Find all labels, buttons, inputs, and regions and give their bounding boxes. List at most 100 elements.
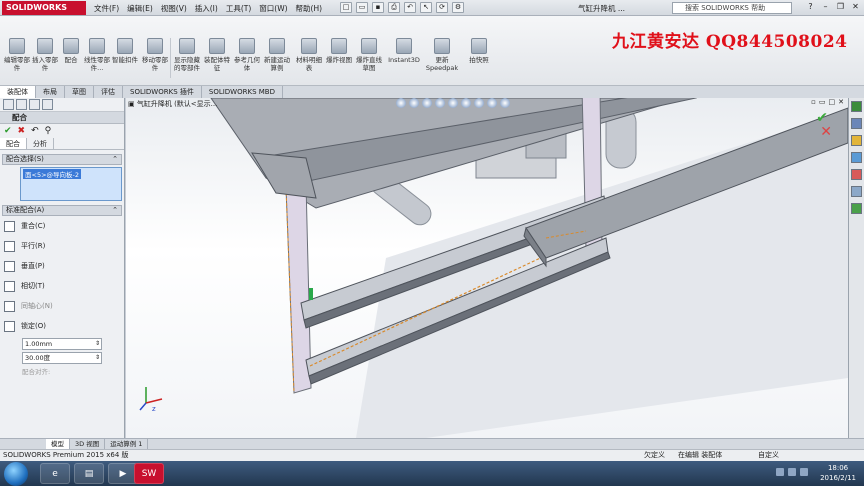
help-search-input[interactable]: 搜索 SOLIDWORKS 帮助 bbox=[672, 2, 792, 14]
section-view-icon[interactable] bbox=[435, 98, 445, 108]
flag-icon[interactable] bbox=[800, 468, 808, 476]
left-bracket[interactable] bbox=[251, 152, 317, 199]
zoom-area-icon[interactable] bbox=[409, 98, 419, 108]
network-icon[interactable] bbox=[776, 468, 784, 476]
tab-3d-views[interactable]: 3D 视图 bbox=[70, 439, 106, 449]
confirm-corner-cancel-icon[interactable]: ✕ bbox=[820, 124, 832, 140]
mate-perpendicular[interactable]: 垂直(P) bbox=[0, 256, 124, 276]
open-icon[interactable]: ▭ bbox=[356, 2, 368, 13]
feature-tree-flyout[interactable]: ▣ 气缸升降机 (默认<显示... bbox=[128, 99, 217, 109]
config-manager-icon[interactable] bbox=[29, 99, 40, 110]
viewport-close-icon[interactable]: ✕ bbox=[838, 98, 844, 106]
exploded-view-button[interactable]: 爆炸视图 bbox=[324, 38, 354, 64]
menu-help[interactable]: 帮助(H) bbox=[296, 3, 323, 14]
close-icon[interactable]: ✕ bbox=[849, 2, 862, 13]
explode-line-sketch-button[interactable]: 爆炸直线草图 bbox=[354, 38, 384, 72]
tab-model[interactable]: 模型 bbox=[46, 439, 70, 449]
display-style-icon[interactable] bbox=[461, 98, 471, 108]
hide-show-icon[interactable] bbox=[474, 98, 484, 108]
update-speedpak-button[interactable]: 更新 Speedpak bbox=[424, 38, 460, 72]
resources-icon[interactable] bbox=[851, 101, 862, 112]
zoom-fit-icon[interactable] bbox=[396, 98, 406, 108]
menu-file[interactable]: 文件(F) bbox=[94, 3, 119, 14]
appearance-icon[interactable] bbox=[487, 98, 497, 108]
tab-mbd[interactable]: SOLIDWORKS MBD bbox=[202, 86, 283, 98]
print-icon[interactable]: ⎙ bbox=[388, 2, 400, 13]
new-icon[interactable]: □ bbox=[340, 2, 352, 13]
restore-icon[interactable]: ❐ bbox=[834, 2, 847, 13]
custom-properties-icon[interactable] bbox=[851, 186, 862, 197]
mate-lock[interactable]: 锁定(O) bbox=[0, 316, 124, 336]
new-motion-study-button[interactable]: 新建运动算例 bbox=[262, 38, 292, 72]
selected-entity[interactable]: 面<5>@导向板-2 bbox=[23, 169, 82, 179]
take-snapshot-button[interactable]: 拍快照 bbox=[464, 38, 494, 64]
reference-geometry-button[interactable]: 参考几何体 bbox=[232, 38, 262, 72]
menu-view[interactable]: 视图(V) bbox=[161, 3, 187, 14]
appearances-icon[interactable] bbox=[851, 169, 862, 180]
file-explorer-icon[interactable] bbox=[851, 135, 862, 146]
distance-field[interactable]: 1.00mm ⇕ bbox=[22, 338, 102, 350]
mate-concentric[interactable]: 同轴心(N) bbox=[0, 296, 124, 316]
tab-motion-study-1[interactable]: 运动算例 1 bbox=[105, 439, 149, 449]
viewport-restore-icon[interactable]: ▭ bbox=[819, 98, 826, 106]
tab-sketch[interactable]: 草图 bbox=[65, 86, 94, 98]
mate-selections-header[interactable]: 配合选择(S) ⌃ bbox=[2, 154, 122, 165]
units-selector[interactable]: 自定义 bbox=[758, 450, 779, 461]
tab-assembly[interactable]: 装配体 bbox=[0, 86, 36, 98]
tab-evaluate[interactable]: 评估 bbox=[94, 86, 123, 98]
menu-edit[interactable]: 编辑(E) bbox=[127, 3, 153, 14]
cancel-icon[interactable]: ✖ bbox=[18, 126, 26, 136]
graphics-area[interactable]: ▣ 气缸升降机 (默认<显示... ▫ ▭ □ ✕ ✔ ✕ z bbox=[126, 98, 848, 438]
minimize-icon[interactable]: – bbox=[819, 2, 832, 13]
ie-icon[interactable]: e bbox=[40, 463, 70, 484]
menu-insert[interactable]: 插入(I) bbox=[195, 3, 218, 14]
angle-field[interactable]: 30.00度 ⇕ bbox=[22, 352, 102, 364]
mate-selection-list[interactable]: 面<5>@导向板-2 bbox=[20, 167, 122, 201]
show-hidden-components-button[interactable]: 显示隐藏的零部件 bbox=[172, 38, 202, 72]
rebuild-icon[interactable]: ⟳ bbox=[436, 2, 448, 13]
bill-of-materials-button[interactable]: 材料明细表 bbox=[294, 38, 324, 72]
viewport-minimize-icon[interactable]: ▫ bbox=[811, 98, 816, 106]
display-manager-icon[interactable] bbox=[42, 99, 53, 110]
spinner-icon[interactable]: ⇕ bbox=[95, 353, 100, 363]
help-icon[interactable]: ? bbox=[804, 2, 817, 13]
feature-tree-icon[interactable] bbox=[3, 99, 14, 110]
pin-icon[interactable]: ⚲ bbox=[45, 126, 52, 136]
view-palette-icon[interactable] bbox=[851, 152, 862, 163]
mate-tangent[interactable]: 相切(T) bbox=[0, 276, 124, 296]
explorer-icon[interactable]: ▤ bbox=[74, 463, 104, 484]
clock[interactable]: 18:06 2016/2/11 bbox=[820, 463, 856, 483]
tab-layout[interactable]: 布局 bbox=[36, 86, 65, 98]
scene-icon[interactable] bbox=[500, 98, 510, 108]
viewport-maximize-icon[interactable]: □ bbox=[829, 98, 836, 106]
start-button[interactable] bbox=[4, 462, 28, 486]
volume-icon[interactable] bbox=[788, 468, 796, 476]
linear-pattern-button[interactable]: 线性零部件... bbox=[82, 38, 112, 72]
save-icon[interactable]: ▪ bbox=[372, 2, 384, 13]
tab-addins[interactable]: SOLIDWORKS 插件 bbox=[123, 86, 202, 98]
edit-component-button[interactable]: 编辑零部件 bbox=[2, 38, 32, 72]
spinner-icon[interactable]: ⇕ bbox=[95, 339, 100, 349]
standard-mates-header[interactable]: 标准配合(A) ⌃ bbox=[2, 205, 122, 216]
undo-icon[interactable]: ↶ bbox=[404, 2, 416, 13]
view-orientation-icon[interactable] bbox=[448, 98, 458, 108]
mate-parallel[interactable]: 平行(R) bbox=[0, 236, 124, 256]
smart-fasteners-button[interactable]: 智能扣件 bbox=[110, 38, 140, 64]
options-icon[interactable]: ⚙ bbox=[452, 2, 464, 13]
assembly-model[interactable] bbox=[126, 98, 848, 438]
menu-window[interactable]: 窗口(W) bbox=[259, 3, 287, 14]
solidworks-logo[interactable]: SOLIDWORKS bbox=[2, 1, 86, 15]
solidworks-forum-icon[interactable] bbox=[851, 203, 862, 214]
ok-icon[interactable]: ✔ bbox=[4, 126, 12, 136]
mate-coincident[interactable]: 重合(C) bbox=[0, 216, 124, 236]
previous-view-icon[interactable] bbox=[422, 98, 432, 108]
design-library-icon[interactable] bbox=[851, 118, 862, 129]
undo-mate-icon[interactable]: ↶ bbox=[31, 126, 39, 136]
move-component-button[interactable]: 移动零部件 bbox=[140, 38, 170, 72]
instant3d-button[interactable]: Instant3D bbox=[386, 38, 422, 64]
property-manager-icon[interactable] bbox=[16, 99, 27, 110]
assembly-features-button[interactable]: 装配体特征 bbox=[202, 38, 232, 72]
menu-tools[interactable]: 工具(T) bbox=[226, 3, 251, 14]
solidworks-taskbar-icon[interactable]: SW bbox=[134, 463, 164, 484]
tab-analysis[interactable]: 分析 bbox=[27, 138, 54, 149]
